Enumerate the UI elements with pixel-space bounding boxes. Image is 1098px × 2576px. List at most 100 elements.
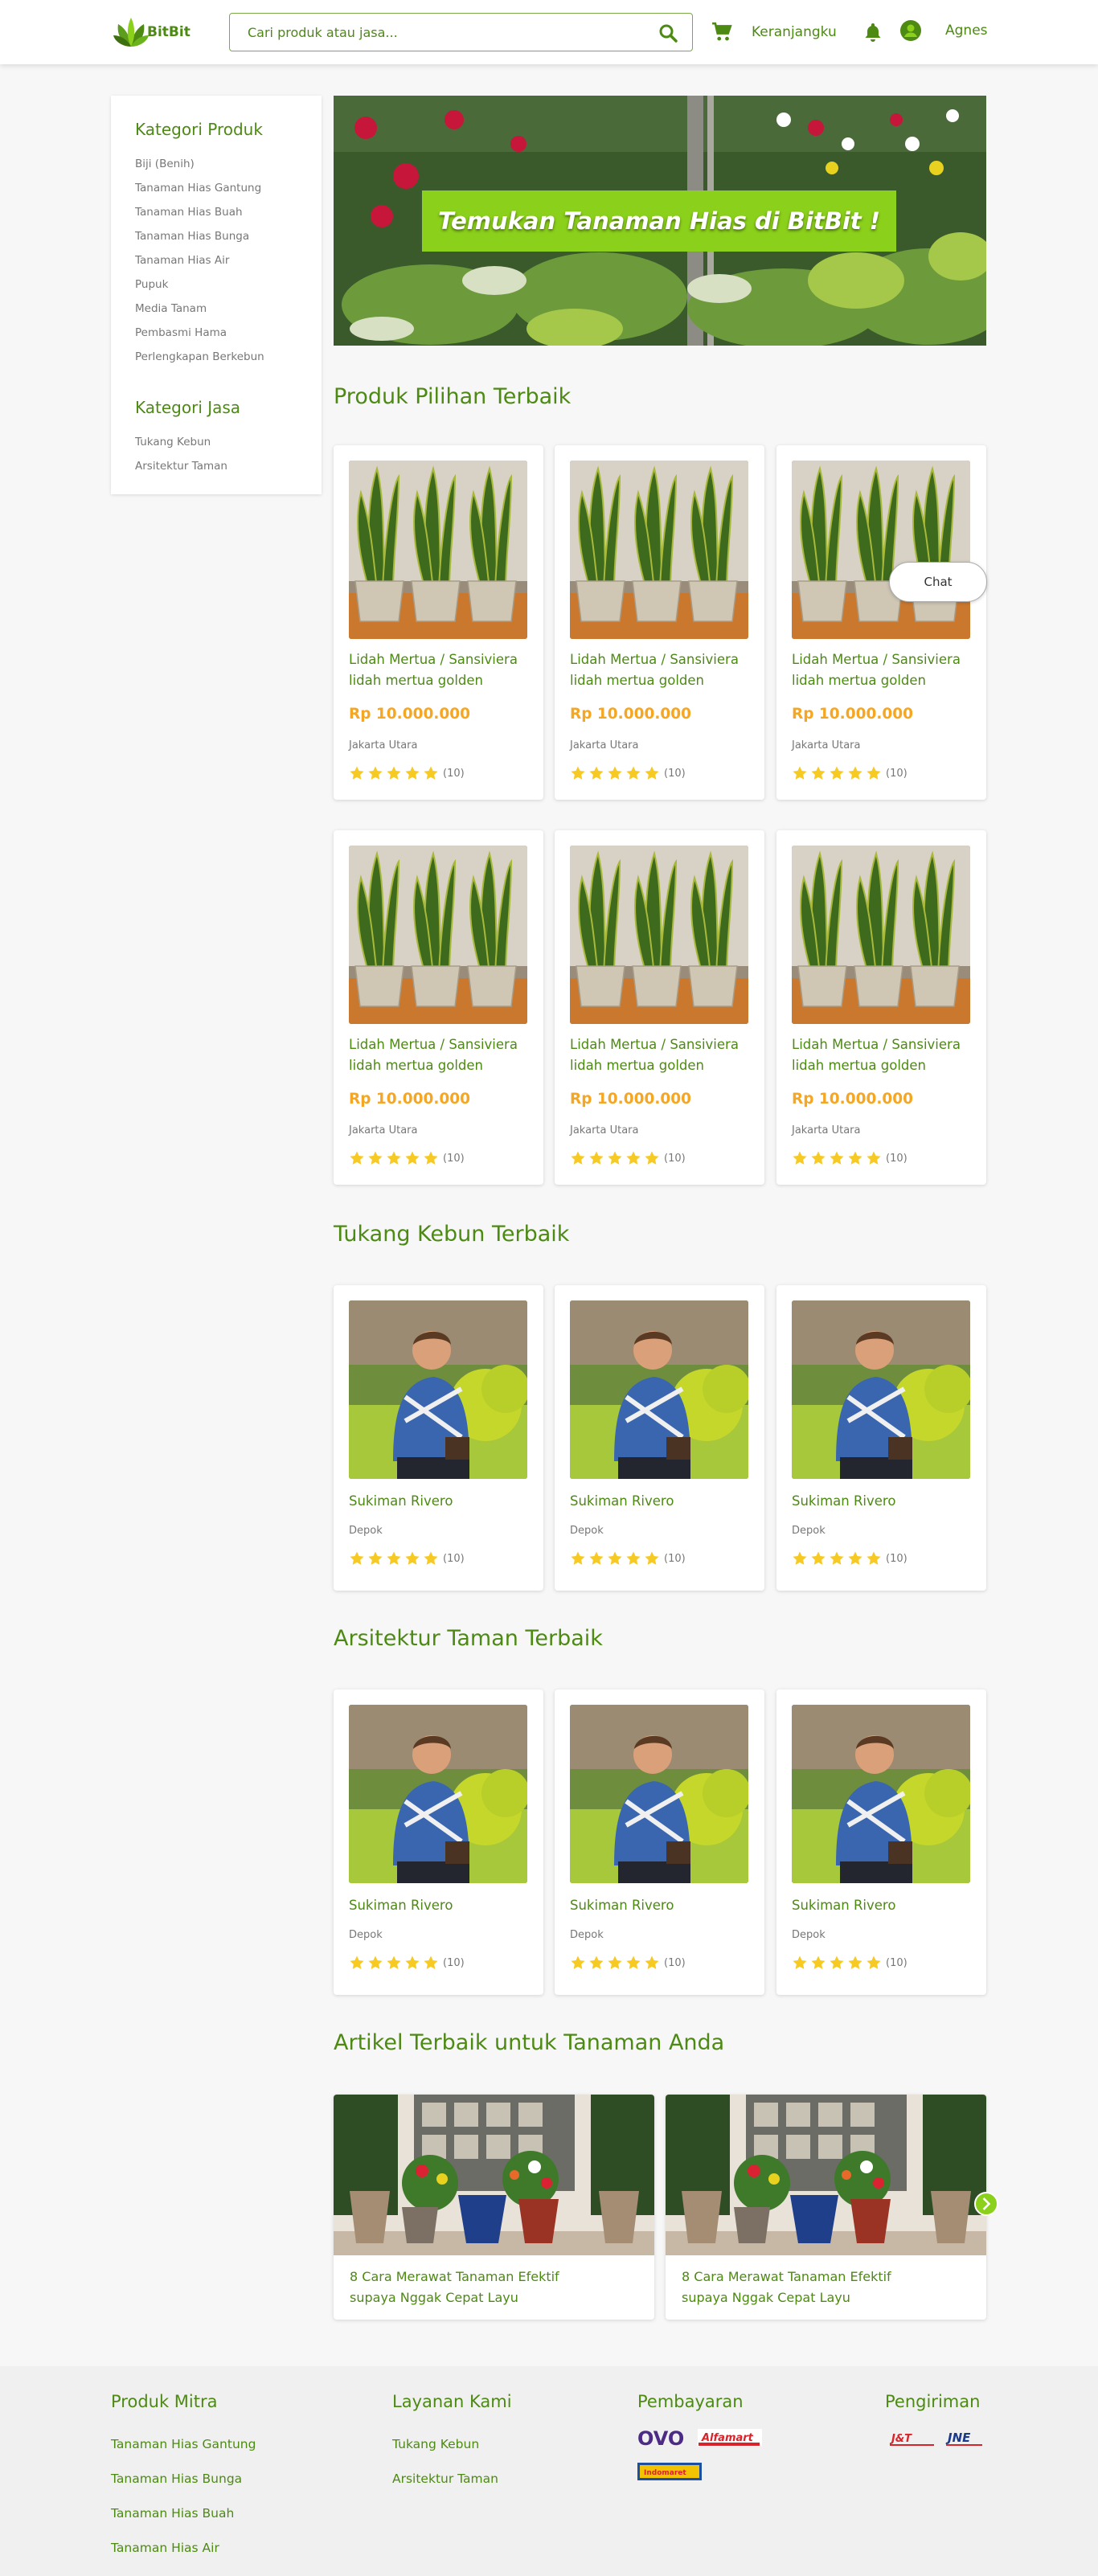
article-card[interactable]: 8 Cara Merawat Tanaman Efektif supaya Ng… [666, 2095, 986, 2320]
product-price: Rp 10.000.000 [570, 706, 691, 723]
service-provider-card[interactable]: Sukiman Rivero Depok (10) [334, 1285, 543, 1591]
carousel-next-button[interactable] [974, 2192, 998, 2216]
category-item-seeds[interactable]: Biji (Benih) [135, 152, 297, 176]
star-icon [367, 1550, 383, 1566]
star-icon [349, 1150, 365, 1166]
star-icon [810, 1150, 826, 1166]
leaf-logo-icon [113, 18, 149, 47]
product-rating: (10) [570, 765, 686, 781]
article-image [666, 2095, 986, 2255]
star-icon [644, 1150, 660, 1166]
product-card[interactable]: Lidah Mertua / Sansiviera lidah mertua g… [555, 445, 764, 800]
product-price: Rp 10.000.000 [792, 706, 913, 723]
star-icon [386, 1550, 402, 1566]
star-icon [866, 1955, 882, 1971]
article-title: 8 Cara Merawat Tanaman Efektif supaya Ng… [682, 2269, 891, 2305]
star-icon [386, 1955, 402, 1971]
category-item-growing-media[interactable]: Media Tanam [135, 297, 297, 321]
product-image [792, 846, 970, 1024]
notification-bell-icon[interactable] [863, 22, 883, 43]
product-category-title: Kategori Produk [135, 120, 263, 139]
provider-rating: (10) [792, 1550, 907, 1566]
product-image [570, 461, 748, 639]
product-price: Rp 10.000.000 [792, 1091, 913, 1108]
service-item-gardener[interactable]: Tukang Kebun [135, 430, 297, 454]
product-location: Jakarta Utara [349, 1124, 418, 1136]
footer-payment-title: Pembayaran [637, 2392, 744, 2411]
star-icon [792, 1150, 808, 1166]
product-card[interactable]: Lidah Mertua / Sansiviera lidah mertua g… [555, 830, 764, 1185]
product-price: Rp 10.000.000 [570, 1091, 691, 1108]
product-card[interactable]: Lidah Mertua / Sansiviera lidah mertua g… [776, 830, 986, 1185]
product-image [792, 461, 970, 639]
product-location: Jakarta Utara [570, 1124, 639, 1136]
category-item-flower-plants[interactable]: Tanaman Hias Bunga [135, 224, 297, 248]
product-card[interactable]: Lidah Mertua / Sansiviera lidah mertua g… [334, 445, 543, 800]
cart-label: Keranjangku [752, 24, 837, 40]
star-icon [349, 1955, 365, 1971]
product-price: Rp 10.000.000 [349, 1091, 470, 1108]
provider-name: Sukiman Rivero [570, 1493, 674, 1509]
service-provider-card[interactable]: Sukiman Rivero Depok (10) [776, 1689, 986, 1995]
category-item-gardening-tools[interactable]: Perlengkapan Berkebun [135, 345, 297, 369]
star-icon [625, 1550, 641, 1566]
footer-link-flower-plants[interactable]: Tanaman Hias Bunga [111, 2462, 256, 2496]
review-count: (10) [664, 1956, 686, 1969]
review-count: (10) [886, 1152, 907, 1165]
footer-shipping: Pengiriman J&T JNE [885, 2392, 989, 2455]
service-item-landscape-architect[interactable]: Arsitektur Taman [135, 454, 297, 478]
star-icon [847, 1955, 863, 1971]
footer-link-hanging-plants[interactable]: Tanaman Hias Gantung [111, 2427, 256, 2462]
star-icon [386, 1150, 402, 1166]
brand-logo[interactable]: BitBit [110, 11, 207, 53]
category-item-water-plants[interactable]: Tanaman Hias Air [135, 248, 297, 272]
footer-link-gardener[interactable]: Tukang Kebun [392, 2427, 512, 2462]
service-provider-card[interactable]: Sukiman Rivero Depok (10) [555, 1689, 764, 1995]
provider-location: Depok [349, 1525, 383, 1537]
user-menu[interactable]: Agnes [900, 20, 988, 41]
star-icon [644, 765, 660, 781]
star-icon [349, 1550, 365, 1566]
service-provider-card[interactable]: Sukiman Rivero Depok (10) [555, 1285, 764, 1591]
product-name: Lidah Mertua / Sansiviera lidah mertua g… [349, 1037, 518, 1073]
category-item-fruit-plants[interactable]: Tanaman Hias Buah [135, 200, 297, 224]
star-icon [810, 1550, 826, 1566]
star-icon [607, 1955, 623, 1971]
provider-location: Depok [570, 1929, 604, 1941]
footer-partner-title: Produk Mitra [111, 2392, 218, 2411]
category-item-fertilizer[interactable]: Pupuk [135, 272, 297, 297]
footer: Produk Mitra Tanaman Hias Gantung Tanama… [0, 2366, 1098, 2576]
provider-name: Sukiman Rivero [349, 1493, 453, 1509]
footer-link-landscape-architect[interactable]: Arsitektur Taman [392, 2462, 512, 2496]
hero-banner[interactable]: Temukan Tanaman Hias di BitBit ! [334, 96, 986, 346]
star-icon [644, 1955, 660, 1971]
ovo-logo-text: OVO [637, 2427, 684, 2450]
product-card[interactable]: Lidah Mertua / Sansiviera lidah mertua g… [776, 445, 986, 800]
product-image [570, 846, 748, 1024]
service-provider-card[interactable]: Sukiman Rivero Depok (10) [776, 1285, 986, 1591]
provider-rating: (10) [570, 1550, 686, 1566]
product-rating: (10) [792, 1150, 907, 1166]
star-icon [570, 1955, 586, 1971]
search-input[interactable] [248, 22, 633, 43]
product-rating: (10) [792, 765, 907, 781]
product-location: Jakarta Utara [570, 739, 639, 752]
category-item-hanging-plants[interactable]: Tanaman Hias Gantung [135, 176, 297, 200]
search-icon[interactable] [658, 23, 678, 43]
star-icon [588, 1550, 604, 1566]
provider-location: Depok [792, 1525, 826, 1537]
star-icon [829, 765, 845, 781]
footer-link-fruit-plants[interactable]: Tanaman Hias Buah [111, 2496, 256, 2531]
footer-payment: Pembayaran OVO Alfamart Indomaret [637, 2392, 774, 2488]
article-card[interactable]: 8 Cara Merawat Tanaman Efektif supaya Ng… [334, 2095, 654, 2320]
chat-button[interactable]: Chat [889, 562, 987, 602]
provider-rating: (10) [792, 1955, 907, 1971]
star-icon [349, 765, 365, 781]
star-icon [570, 1150, 586, 1166]
product-name: Lidah Mertua / Sansiviera lidah mertua g… [570, 1037, 739, 1073]
cart-button[interactable]: Keranjangku [711, 20, 837, 44]
service-provider-card[interactable]: Sukiman Rivero Depok (10) [334, 1689, 543, 1995]
category-item-pesticide[interactable]: Pembasmi Hama [135, 321, 297, 345]
product-card[interactable]: Lidah Mertua / Sansiviera lidah mertua g… [334, 830, 543, 1185]
footer-link-water-plants[interactable]: Tanaman Hias Air [111, 2531, 256, 2566]
